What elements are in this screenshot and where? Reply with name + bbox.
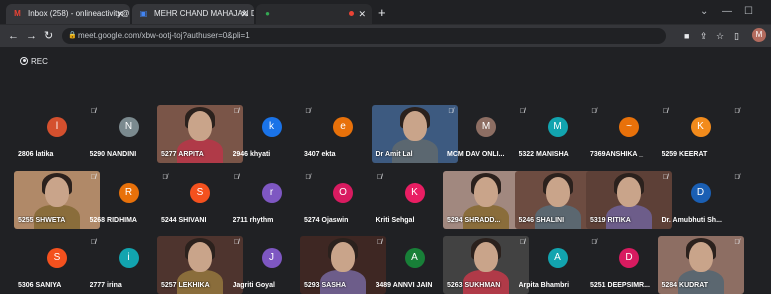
participant-tile[interactable]: 🎙̸ 5284 KUDRAT xyxy=(657,236,744,294)
participant-face xyxy=(617,177,641,207)
profile-avatar[interactable]: M xyxy=(752,28,766,42)
participant-avatar: R xyxy=(118,183,139,203)
new-tab-button[interactable]: + xyxy=(378,6,386,20)
participant-avatar: e xyxy=(333,117,353,137)
forward-arrow-icon[interactable]: → xyxy=(26,28,37,44)
participant-face xyxy=(545,177,570,207)
participant-avatar: A xyxy=(404,248,425,268)
participant-avatar: l xyxy=(47,117,67,137)
mic-off-icon: 🎙̸ xyxy=(734,174,740,181)
participant-face xyxy=(474,177,498,207)
rec-label: REC xyxy=(31,57,48,66)
participant-avatar: K xyxy=(690,117,711,137)
participant-face xyxy=(688,242,713,272)
meet-icon: ● xyxy=(265,9,270,18)
maximize-button[interactable]: ☐ xyxy=(744,6,753,17)
mic-off-icon: 🎙̸ xyxy=(734,239,740,246)
close-icon[interactable]: ✕ xyxy=(240,4,248,24)
participant-avatar: D xyxy=(619,248,639,268)
reload-icon[interactable]: ↻ xyxy=(44,28,53,44)
participant-avatar: r xyxy=(261,183,282,203)
participant-avatar: J xyxy=(261,248,282,268)
close-icon[interactable]: ✕ xyxy=(358,4,366,24)
participant-avatar: M xyxy=(476,117,496,137)
gmail-icon: M xyxy=(14,9,21,18)
meet-grid: REC l🎙̸2806 latikaN🎙̸5290 NANDINI🎙̸5277 … xyxy=(0,47,771,294)
participant-name: Dr. Amubhuti Sh... xyxy=(661,217,722,224)
participant-tile[interactable]: D 🎙̸ Dr. Amubhuti Sh... xyxy=(658,171,744,229)
record-icon xyxy=(20,56,28,65)
url-text: meet.google.com/xbw-ootj-toj?authuser=0&… xyxy=(78,31,250,40)
mic-off-icon: 🎙̸ xyxy=(734,108,740,115)
participant-avatar: S xyxy=(47,248,67,268)
tab-meet[interactable]: ● ✕ xyxy=(256,4,372,24)
share-icon[interactable]: ⇪ xyxy=(700,29,708,43)
participant-avatar: k xyxy=(261,117,282,137)
recording-indicator-icon xyxy=(349,11,354,16)
participant-face xyxy=(402,111,427,141)
participant-face xyxy=(331,242,355,272)
participant-name: 5259 KEERAT xyxy=(661,151,708,158)
lock-icon: 🔒 xyxy=(68,32,77,39)
participant-avatar: ~ xyxy=(619,117,639,137)
tab-gmail[interactable]: M Inbox (258) - onlineactivity@mc ✕ xyxy=(6,4,130,24)
address-bar[interactable]: 🔒 meet.google.com/xbw-ootj-toj?authuser=… xyxy=(62,28,666,44)
tab-college-site[interactable]: ▣ MEHR CHAND MAHAJAN DAV C ✕ xyxy=(132,4,254,24)
star-icon[interactable]: ☆ xyxy=(716,29,724,43)
chevron-down-icon[interactable]: ⌄ xyxy=(700,6,708,17)
participant-avatar: S xyxy=(190,183,210,203)
participant-avatar: A xyxy=(547,248,568,268)
camera-icon[interactable]: ■ xyxy=(684,29,689,43)
participant-face xyxy=(45,177,69,207)
minimize-button[interactable]: — xyxy=(722,6,732,17)
participant-avatar: i xyxy=(118,248,139,268)
participant-tile[interactable]: K 🎙̸ 5259 KEERAT xyxy=(658,105,744,163)
recording-badge: REC xyxy=(20,56,48,67)
browser-tab-bar: M Inbox (258) - onlineactivity@mc ✕ ▣ ME… xyxy=(0,0,771,25)
participant-face xyxy=(474,242,498,272)
back-arrow-icon[interactable]: ← xyxy=(8,28,19,44)
close-icon[interactable]: ✕ xyxy=(116,4,124,24)
participant-avatar: M xyxy=(547,117,568,137)
participant-face xyxy=(188,111,212,141)
address-toolbar: ← → ↻ 🔒 meet.google.com/xbw-ootj-toj?aut… xyxy=(0,25,771,47)
participant-face xyxy=(188,242,212,272)
participant-avatar: N xyxy=(118,117,139,137)
sidepanel-icon[interactable]: ▯ xyxy=(734,29,739,43)
participant-name: 5284 KUDRAT xyxy=(661,282,709,289)
tab-label: MEHR CHAND MAHAJAN DAV C xyxy=(154,9,254,18)
tab-label: Inbox (258) - onlineactivity@mc xyxy=(28,9,130,18)
site-icon: ▣ xyxy=(139,9,148,18)
participant-avatar: D xyxy=(690,183,711,203)
participant-avatar: K xyxy=(404,183,425,203)
participant-avatar: O xyxy=(333,183,353,203)
